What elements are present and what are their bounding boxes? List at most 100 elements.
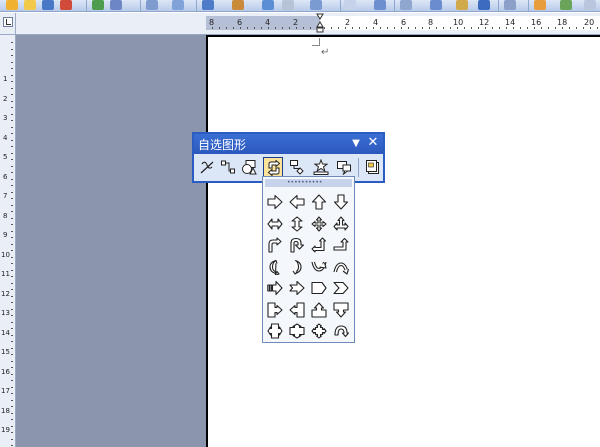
callouts-button-icon[interactable] [334, 157, 354, 178]
toolbar-button-icon[interactable] [560, 0, 572, 10]
ruler-tick [471, 27, 472, 29]
toolbar-button-icon[interactable] [232, 0, 244, 10]
autoshapes-toolbar-titlebar[interactable]: 自选图形 ▼ ✕ [194, 134, 383, 154]
indent-marker-icon[interactable] [316, 13, 324, 35]
toolbar-button-icon[interactable] [172, 0, 184, 10]
notched-right-arrow-icon[interactable] [287, 278, 307, 298]
left-right-arrow-icon[interactable] [265, 214, 285, 234]
ruler-number: 10 [453, 18, 464, 27]
ruler-number: 6 [401, 18, 407, 27]
left-arrow-icon[interactable] [287, 192, 307, 212]
tab-selector-button[interactable] [3, 17, 13, 27]
chevron-icon[interactable] [331, 278, 351, 298]
connectors-button-icon[interactable] [218, 157, 238, 178]
ruler-tick [254, 27, 255, 29]
toolbar-button-icon[interactable] [478, 0, 490, 10]
toolbar-button-icon[interactable] [310, 0, 322, 10]
up-arrow-callout-icon[interactable] [309, 300, 329, 320]
left-right-up-arrow-icon[interactable] [331, 214, 351, 234]
close-icon[interactable]: ✕ [366, 135, 380, 151]
ruler-tick [513, 27, 514, 29]
ruler-tick [240, 27, 241, 29]
toolbar-button-icon[interactable] [400, 0, 412, 10]
ruler-tick [387, 27, 388, 29]
ruler-tick [219, 27, 220, 29]
toolbar-button-icon[interactable] [534, 0, 546, 10]
ruler-tick [11, 81, 13, 82]
toolbar-button-icon[interactable] [42, 0, 54, 10]
curved-left-arrow-icon[interactable] [287, 257, 307, 277]
ruler-tick [422, 27, 423, 29]
ruler-number: 6 [237, 18, 243, 27]
toolbar-button-icon[interactable] [92, 0, 104, 10]
toolbar-options-icon[interactable]: ▼ [349, 136, 363, 152]
ruler-tick [11, 211, 13, 212]
u-turn-arrow-icon[interactable] [287, 235, 307, 255]
striped-right-arrow-icon[interactable] [265, 278, 285, 298]
basic-shapes-button-icon[interactable] [239, 157, 259, 178]
toolbar-button-icon[interactable] [344, 0, 356, 10]
ruler-tick [310, 27, 311, 29]
ruler-tick [11, 153, 13, 154]
curved-right-arrow-icon[interactable] [265, 257, 285, 277]
toolbar-button-icon[interactable] [430, 0, 442, 10]
toolbar-button-icon[interactable] [262, 0, 274, 10]
more-autoshapes-button-icon[interactable] [363, 157, 383, 178]
left-right-arrow-callout-icon[interactable] [265, 321, 285, 341]
quad-arrow-icon[interactable] [309, 214, 329, 234]
toolbar-button-icon[interactable] [202, 0, 214, 10]
ruler-tick [11, 68, 13, 69]
ruler-tick [11, 179, 13, 180]
toolbar-separator [196, 0, 197, 11]
flowchart-button-icon[interactable] [287, 157, 307, 178]
ruler-tick [11, 315, 13, 316]
toolbar-button-icon[interactable] [24, 0, 36, 10]
down-arrow-icon[interactable] [331, 192, 351, 212]
block-arrows-palette[interactable]: •••••••••• [262, 176, 355, 343]
ruler-number: 16 [531, 18, 542, 27]
quad-arrow-callout-icon[interactable] [309, 321, 329, 341]
ruler-tick [268, 27, 269, 29]
ruler-tick [527, 27, 528, 29]
ruler-tick [11, 101, 13, 102]
toolbar-button-icon[interactable] [146, 0, 158, 10]
toolbar-button-icon[interactable] [374, 0, 386, 10]
down-arrow-callout-icon[interactable] [331, 300, 351, 320]
up-down-arrow-icon[interactable] [287, 214, 307, 234]
lines-button-icon[interactable] [197, 157, 217, 178]
circular-arrow-icon[interactable] [331, 321, 351, 341]
toolbar-button-icon[interactable] [110, 0, 122, 10]
up-down-arrow-callout-icon[interactable] [287, 321, 307, 341]
ruler-tick [11, 341, 13, 342]
toolbar-button-icon[interactable] [456, 0, 468, 10]
toolbar-button-icon[interactable] [504, 0, 516, 10]
ruler-tick [11, 231, 13, 232]
ruler-number: 8 [428, 18, 434, 27]
toolbar-button-icon[interactable] [584, 0, 596, 10]
bent-arrow-icon[interactable] [265, 235, 285, 255]
ruler-tick [11, 322, 13, 323]
bent-up-arrow-icon[interactable] [331, 235, 351, 255]
right-arrow-icon[interactable] [265, 192, 285, 212]
toolbar-button-icon[interactable] [6, 0, 18, 10]
ruler-tick [11, 445, 13, 446]
toolbar-button-icon[interactable] [60, 0, 72, 10]
palette-drag-handle[interactable]: •••••••••• [265, 179, 352, 187]
up-arrow-icon[interactable] [309, 192, 329, 212]
curved-down-arrow-icon[interactable] [331, 257, 351, 277]
toolbar-button-icon[interactable] [282, 0, 294, 10]
ruler-tick [11, 159, 13, 160]
ruler-number: 17 [1, 387, 10, 395]
right-arrow-callout-icon[interactable] [265, 300, 285, 320]
pentagon-icon[interactable] [309, 278, 329, 298]
stars-banners-button-icon[interactable] [311, 157, 331, 178]
ruler-tick [450, 27, 451, 29]
left-arrow-callout-icon[interactable] [287, 300, 307, 320]
curved-up-arrow-icon[interactable] [309, 257, 329, 277]
ruler-tick [11, 55, 13, 56]
ruler-number: 15 [1, 348, 10, 356]
ruler-tick [548, 27, 549, 29]
toolbar-separator [140, 0, 141, 11]
left-up-arrow-icon[interactable] [309, 235, 329, 255]
block-arrows-button-icon[interactable] [263, 157, 283, 178]
